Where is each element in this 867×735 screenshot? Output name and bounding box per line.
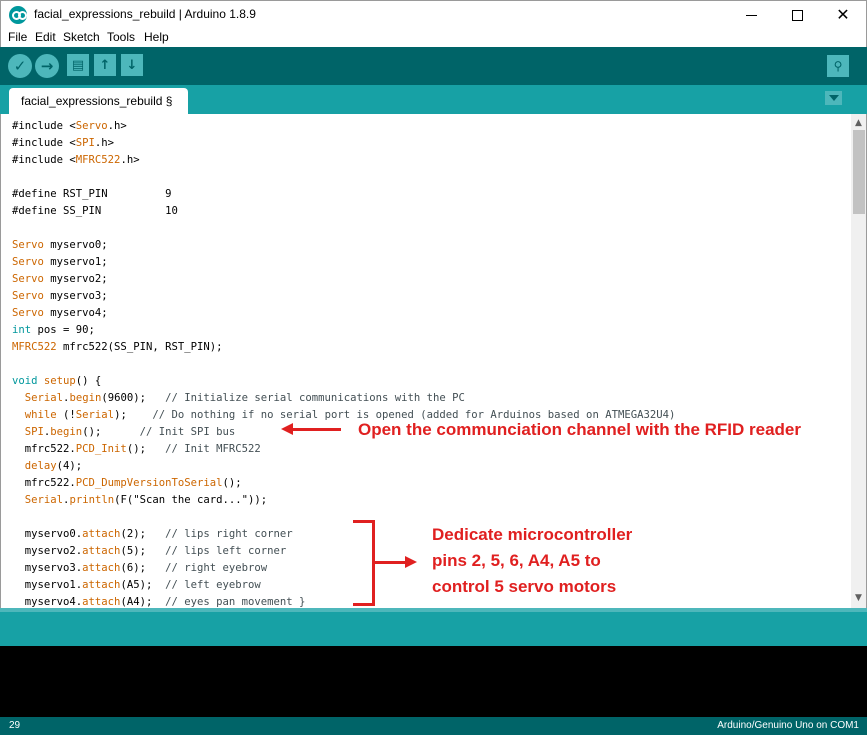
console-output[interactable] xyxy=(0,646,867,717)
annotation-servo-line1: Dedicate microcontroller xyxy=(432,525,633,544)
tab-strip: facial_expressions_rebuild § xyxy=(0,85,867,114)
bracket-pointer-line xyxy=(375,561,409,564)
tab-facial-expressions-rebuild[interactable]: facial_expressions_rebuild § xyxy=(9,88,188,114)
code-line[interactable]: #include <SPI.h> xyxy=(12,135,675,152)
board-info: Arduino/Genuino Uno on COM1 xyxy=(717,720,859,731)
menu-edit[interactable]: Edit xyxy=(35,30,56,44)
scroll-down-icon[interactable]: ▼ xyxy=(855,593,862,603)
annotation-servo-line2: pins 2, 5, 6, A4, A5 to xyxy=(432,551,601,570)
code-line[interactable]: #define RST_PIN 9 xyxy=(12,186,675,203)
code-line[interactable] xyxy=(12,220,675,237)
upload-icon: → xyxy=(40,57,54,75)
title-bar: facial_expressions_rebuild | Arduino 1.8… xyxy=(0,0,867,28)
toolbar: ✓ → ▤ ↑ ↓ ⚲ xyxy=(0,47,867,85)
annotation-arrow-line xyxy=(291,428,341,431)
chevron-down-icon xyxy=(828,95,839,101)
code-line[interactable]: MFRC522 mfrc522(SS_PIN, RST_PIN); xyxy=(12,339,675,356)
code-line[interactable]: Servo myservo3; xyxy=(12,288,675,305)
code-line[interactable]: Servo myservo4; xyxy=(12,305,675,322)
scroll-up-icon[interactable]: ▲ xyxy=(855,118,862,128)
menu-sketch[interactable]: Sketch xyxy=(63,30,100,44)
code-line[interactable]: mfrc522.PCD_DumpVersionToSerial(); xyxy=(12,475,675,492)
menu-help[interactable]: Help xyxy=(144,30,169,44)
code-line[interactable]: #define SS_PIN 10 xyxy=(12,203,675,220)
minimize-button[interactable] xyxy=(728,1,774,29)
code-line[interactable] xyxy=(12,169,675,186)
code-line[interactable]: Servo myservo2; xyxy=(12,271,675,288)
window-title: facial_expressions_rebuild | Arduino 1.8… xyxy=(34,7,256,21)
tab-label: facial_expressions_rebuild § xyxy=(21,94,173,108)
minimize-icon xyxy=(745,14,757,16)
save-sketch-button[interactable]: ↓ xyxy=(121,54,143,76)
menu-tools[interactable]: Tools xyxy=(107,30,135,44)
open-icon: ↑ xyxy=(99,57,111,73)
annotation-arrowhead-icon xyxy=(281,423,293,435)
code-line[interactable]: Servo myservo0; xyxy=(12,237,675,254)
code-line[interactable] xyxy=(12,509,675,526)
maximize-button[interactable] xyxy=(774,1,820,29)
code-line[interactable]: delay(4); xyxy=(12,458,675,475)
verify-icon: ✓ xyxy=(13,57,27,75)
maximize-icon xyxy=(791,9,803,21)
bracket-arrowhead-icon xyxy=(405,556,417,568)
bracket-bottom xyxy=(353,603,375,606)
scrollbar-thumb[interactable] xyxy=(853,130,865,214)
code-line[interactable]: Serial.begin(9600); // Initialize serial… xyxy=(12,390,675,407)
close-icon: ✕ xyxy=(836,5,850,24)
save-icon: ↓ xyxy=(126,57,138,73)
code-line[interactable] xyxy=(12,356,675,373)
code-editor[interactable]: #include <Servo.h> #include <SPI.h> #inclu… xyxy=(0,114,867,608)
code-line[interactable]: int pos = 90; xyxy=(12,322,675,339)
code-line[interactable]: void setup() { xyxy=(12,373,675,390)
upload-button[interactable]: → xyxy=(35,54,59,78)
new-sketch-button[interactable]: ▤ xyxy=(67,54,89,76)
status-bar: 29 Arduino/Genuino Uno on COM1 xyxy=(0,717,867,735)
code-line[interactable]: mfrc522.PCD_Init(); // Init MFRC522 xyxy=(12,441,675,458)
code-line[interactable]: Servo myservo1; xyxy=(12,254,675,271)
serial-monitor-button[interactable]: ⚲ xyxy=(827,55,849,77)
menu-bar: File Edit Sketch Tools Help xyxy=(0,28,867,47)
new-icon: ▤ xyxy=(71,57,85,73)
code-line[interactable]: #include <Servo.h> xyxy=(12,118,675,135)
menu-file[interactable]: File xyxy=(8,30,27,44)
arduino-logo-icon xyxy=(9,6,27,24)
code-line[interactable]: Serial.println(F("Scan the card...")); xyxy=(12,492,675,509)
open-sketch-button[interactable]: ↑ xyxy=(94,54,116,76)
line-number: 29 xyxy=(9,720,21,731)
tab-menu-button[interactable] xyxy=(825,91,842,105)
serial-monitor-icon: ⚲ xyxy=(833,59,843,73)
code-line[interactable]: #include <MFRC522.h> xyxy=(12,152,675,169)
message-area xyxy=(0,608,867,646)
verify-button[interactable]: ✓ xyxy=(8,54,32,78)
close-button[interactable]: ✕ xyxy=(820,1,866,29)
vertical-scrollbar[interactable]: ▲ ▼ xyxy=(851,114,866,608)
annotation-servo-line3: control 5 servo motors xyxy=(432,577,617,596)
annotation-spi: Open the communciation channel with the … xyxy=(358,420,802,439)
